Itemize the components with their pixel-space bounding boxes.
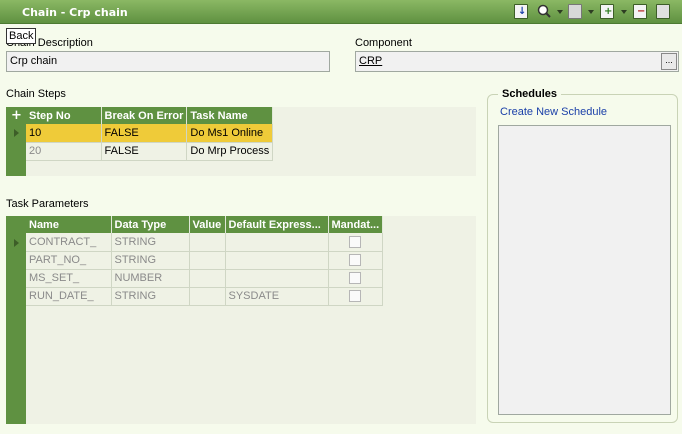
param-mandatory-cell [328, 287, 384, 306]
param-value-cell[interactable] [189, 287, 226, 306]
param-data-type-cell[interactable]: STRING [111, 287, 190, 306]
mandatory-checkbox[interactable] [349, 235, 362, 248]
step-no-cell[interactable]: 10 [26, 124, 102, 143]
details-icon[interactable] [656, 4, 670, 19]
param-data-type-cell[interactable]: STRING [111, 233, 190, 252]
new-record-icon[interactable]: + [600, 4, 614, 19]
schedules-group: Schedules Create New Schedule [487, 88, 678, 423]
mandatory-checkbox[interactable] [349, 272, 362, 285]
param-name-cell[interactable]: PART_NO_ [26, 251, 112, 270]
step-no-cell[interactable]: 20 [26, 142, 102, 161]
table-row[interactable]: 10 FALSE Do Ms1 Online [26, 124, 274, 143]
col-break-on-error[interactable]: Break On Error [101, 107, 188, 124]
param-mandatory-cell [328, 251, 384, 270]
param-name-cell[interactable]: RUN_DATE_ [26, 287, 112, 306]
col-value[interactable]: Value [189, 216, 226, 233]
table-row[interactable]: PART_NO_ STRING [26, 251, 384, 270]
param-value-cell[interactable] [189, 251, 226, 270]
add-step-icon[interactable]: + [11, 109, 22, 122]
task-parameters-title: Task Parameters [6, 198, 89, 210]
delete-record-icon[interactable]: − [633, 4, 647, 19]
table-row[interactable]: RUN_DATE_ STRING SYSDATE [26, 287, 384, 306]
param-name-cell[interactable]: MS_SET_ [26, 269, 112, 288]
param-default-cell[interactable] [225, 233, 329, 252]
chain-steps-gutter: + [6, 107, 26, 176]
param-data-type-cell[interactable]: STRING [111, 251, 190, 270]
window-title: Chain - Crp chain [22, 6, 128, 19]
chain-steps-table: Step No Break On Error Task Name 10 FALS… [26, 107, 274, 161]
new-record-dropdown-icon[interactable] [621, 10, 627, 14]
col-task-name[interactable]: Task Name [186, 107, 274, 124]
print-icon[interactable] [568, 4, 582, 19]
mandatory-checkbox[interactable] [349, 254, 362, 267]
print-dropdown-icon[interactable] [588, 10, 594, 14]
break-on-error-cell[interactable]: FALSE [101, 142, 188, 161]
task-name-cell[interactable]: Do Mrp Process [186, 142, 274, 161]
save-down-icon[interactable]: ↓ [514, 4, 528, 19]
col-name[interactable]: Name [26, 216, 112, 233]
chain-description-field[interactable]: Crp chain [6, 51, 330, 72]
break-on-error-cell[interactable]: FALSE [101, 124, 188, 143]
back-button[interactable]: Back [6, 28, 37, 44]
search-icon[interactable] [537, 4, 551, 19]
param-mandatory-cell [328, 233, 384, 252]
param-name-cell[interactable]: CONTRACT_ [26, 233, 112, 252]
component-field[interactable]: CRP ... [355, 51, 679, 72]
table-row[interactable]: MS_SET_ NUMBER [26, 269, 384, 288]
task-parameters-table: Name Data Type Value Default Express... … [26, 216, 384, 306]
param-mandatory-cell [328, 269, 384, 288]
schedules-title: Schedules [498, 88, 562, 100]
task-parameters-grid: Name Data Type Value Default Express... … [6, 216, 476, 424]
table-row[interactable]: 20 FALSE Do Mrp Process [26, 142, 274, 161]
param-default-cell[interactable] [225, 251, 329, 270]
col-default-expression[interactable]: Default Express... [225, 216, 329, 233]
create-new-schedule-link[interactable]: Create New Schedule [500, 106, 607, 118]
task-parameters-gutter [6, 216, 26, 424]
component-lov-button[interactable]: ... [661, 53, 677, 70]
component-value[interactable]: CRP [359, 55, 382, 67]
table-row[interactable]: CONTRACT_ STRING [26, 233, 384, 252]
component-label: Component [355, 37, 412, 49]
param-value-cell[interactable] [189, 269, 226, 288]
col-data-type[interactable]: Data Type [111, 216, 190, 233]
param-default-cell[interactable]: SYSDATE [225, 287, 329, 306]
param-data-type-cell[interactable]: NUMBER [111, 269, 190, 288]
chain-steps-grid: + Step No Break On Error Task Name 10 FA… [6, 107, 476, 176]
col-step-no[interactable]: Step No [26, 107, 102, 124]
param-value-cell[interactable] [189, 233, 226, 252]
title-bar: Chain - Crp chain ↓ + − [0, 0, 682, 24]
col-mandatory[interactable]: Mandat... [328, 216, 384, 233]
mandatory-checkbox[interactable] [349, 290, 362, 303]
search-dropdown-icon[interactable] [557, 10, 563, 14]
param-default-cell[interactable] [225, 269, 329, 288]
task-name-cell[interactable]: Do Ms1 Online [186, 124, 274, 143]
current-row-arrow-icon [14, 239, 19, 247]
current-row-arrow-icon [14, 129, 19, 137]
chain-steps-title: Chain Steps [6, 88, 66, 100]
schedules-list[interactable] [498, 125, 671, 415]
